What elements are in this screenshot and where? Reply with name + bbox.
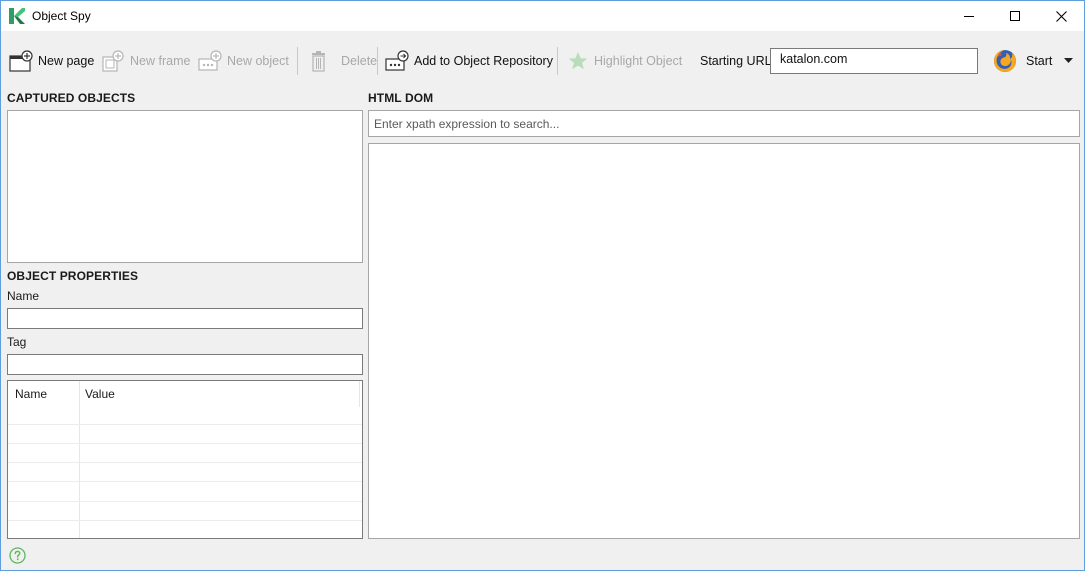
maximize-button[interactable] bbox=[992, 1, 1038, 31]
column-header-name[interactable]: Name bbox=[15, 387, 47, 401]
table-row-line bbox=[8, 443, 362, 444]
new-object-label: New object bbox=[227, 54, 289, 68]
new-page-button[interactable]: New page bbox=[9, 48, 94, 74]
captured-objects-tree[interactable] bbox=[7, 110, 363, 263]
start-button[interactable]: Start bbox=[993, 48, 1074, 74]
title-bar: Object Spy bbox=[1, 1, 1084, 31]
add-to-repository-label: Add to Object Repository bbox=[414, 54, 553, 68]
chevron-down-icon[interactable] bbox=[1064, 58, 1074, 64]
table-row-line bbox=[8, 424, 362, 425]
minimize-button[interactable] bbox=[946, 1, 992, 31]
delete-button[interactable]: Delete bbox=[309, 48, 377, 74]
highlight-object-button[interactable]: Highlight Object bbox=[567, 48, 682, 74]
tag-label: Tag bbox=[7, 335, 27, 349]
toolbar-separator bbox=[377, 47, 378, 75]
table-row-line bbox=[8, 501, 362, 502]
html-dom-tree[interactable] bbox=[368, 143, 1080, 539]
delete-label: Delete bbox=[341, 54, 378, 68]
toolbar-separator bbox=[557, 47, 558, 75]
help-icon[interactable] bbox=[9, 547, 26, 564]
object-properties-title: OBJECT PROPERTIES bbox=[7, 269, 139, 283]
close-button[interactable] bbox=[1038, 1, 1084, 31]
trash-icon bbox=[312, 51, 325, 72]
toolbar-separator bbox=[297, 47, 298, 75]
new-object-icon bbox=[198, 50, 222, 71]
star-icon bbox=[568, 52, 588, 70]
tag-field[interactable] bbox=[7, 354, 363, 375]
captured-objects-title: CAPTURED OBJECTS bbox=[7, 91, 136, 105]
column-divider bbox=[79, 381, 80, 538]
new-page-label: New page bbox=[38, 54, 95, 68]
new-object-button[interactable]: New object bbox=[198, 48, 289, 74]
katalon-logo-icon bbox=[9, 8, 25, 24]
add-to-repository-icon bbox=[385, 50, 409, 71]
table-row-line bbox=[8, 520, 362, 521]
window-title: Object Spy bbox=[32, 9, 91, 23]
highlight-object-label: Highlight Object bbox=[594, 54, 683, 68]
name-label: Name bbox=[7, 289, 40, 303]
new-frame-button[interactable]: New frame bbox=[101, 48, 190, 74]
close-icon bbox=[1055, 10, 1067, 22]
minimize-icon bbox=[964, 16, 974, 17]
firefox-icon bbox=[994, 50, 1016, 72]
column-divider bbox=[359, 381, 360, 407]
object-spy-window: Object Spy New page New frame New object… bbox=[0, 0, 1085, 571]
starting-url-label: Starting URL bbox=[700, 54, 772, 68]
new-page-icon bbox=[9, 50, 33, 72]
start-label: Start bbox=[1026, 54, 1053, 68]
new-frame-label: New frame bbox=[130, 54, 191, 68]
column-header-value[interactable]: Value bbox=[85, 387, 115, 401]
properties-table-header: Name Value bbox=[8, 381, 362, 407]
toolbar: New page New frame New object Delete Add… bbox=[1, 41, 1084, 81]
starting-url-input[interactable] bbox=[770, 48, 978, 74]
maximize-icon bbox=[1010, 11, 1020, 21]
add-to-repository-button[interactable]: Add to Object Repository bbox=[385, 48, 553, 74]
table-row-line bbox=[8, 481, 362, 482]
xpath-search-input[interactable] bbox=[368, 110, 1080, 137]
properties-table[interactable]: Name Value bbox=[7, 380, 363, 539]
name-field[interactable] bbox=[7, 308, 363, 329]
new-frame-icon bbox=[102, 50, 124, 72]
table-row-line bbox=[8, 462, 362, 463]
html-dom-title: HTML DOM bbox=[368, 91, 434, 105]
